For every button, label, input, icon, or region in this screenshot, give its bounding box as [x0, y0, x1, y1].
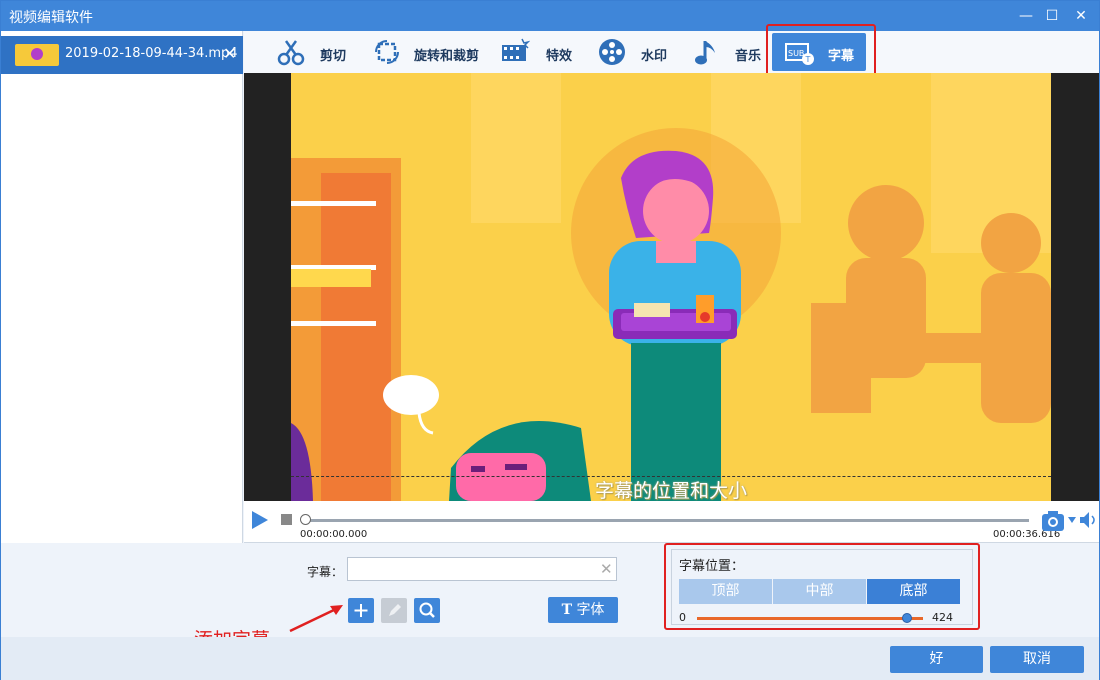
position-group-highlight	[664, 543, 980, 630]
subtitle-tab-highlight	[766, 24, 876, 78]
title-bar: 视频编辑软件 — ☐ ✕	[1, 1, 1099, 31]
annotation-arrow	[289, 605, 343, 633]
tab-rotate-crop[interactable]: 旋转和裁剪	[372, 33, 482, 71]
snapshot-dropdown-icon[interactable]	[1067, 515, 1077, 525]
scissors-icon	[277, 40, 305, 66]
cancel-button[interactable]: 取消	[990, 646, 1084, 673]
stop-icon[interactable]	[281, 514, 292, 525]
maximize-button[interactable]: ☐	[1040, 5, 1064, 27]
subtitle-input[interactable]	[347, 557, 617, 581]
clear-input-icon[interactable]: ✕	[600, 560, 613, 578]
tab-effects[interactable]: 特效	[500, 33, 576, 71]
close-button[interactable]: ✕	[1069, 5, 1093, 27]
play-icon[interactable]	[250, 509, 270, 531]
playback-bar: 00:00:00.000 00:00:36.616	[244, 501, 1099, 543]
video-preview[interactable]: 字幕的位置和大小	[244, 73, 1099, 501]
edit-subtitle-button[interactable]	[381, 598, 407, 623]
tab-music[interactable]: 音乐	[691, 33, 767, 71]
volume-icon[interactable]	[1078, 510, 1098, 530]
watermark-reel-icon	[599, 39, 625, 65]
pencil-icon	[389, 604, 401, 616]
timeline-playhead[interactable]	[300, 514, 311, 525]
search-subtitle-button[interactable]	[414, 598, 440, 623]
file-list-panel: 2019-02-18-09-44-34.mp4 ✕	[1, 31, 243, 543]
font-t-icon: T	[561, 602, 572, 618]
font-button-label: 字体	[576, 602, 605, 618]
subtitle-preview-text[interactable]: 字幕的位置和大小	[291, 476, 1051, 501]
file-item[interactable]: 2019-02-18-09-44-34.mp4 ✕	[1, 36, 243, 74]
search-icon	[419, 602, 435, 618]
tab-music-label: 音乐	[735, 49, 762, 64]
tab-watermark[interactable]: 水印	[597, 33, 673, 71]
rotate-crop-icon	[375, 40, 399, 64]
camera-snapshot-icon[interactable]	[1040, 509, 1070, 533]
effects-film-icon	[502, 38, 530, 61]
video-scene-illustration	[291, 73, 1051, 501]
tab-watermark-label: 水印	[641, 49, 668, 64]
font-button[interactable]: T 字体	[548, 597, 618, 623]
edit-toolbar: 剪切 旋转和裁剪 特效 水印 音乐 SUB T 字幕	[244, 31, 1099, 73]
minimize-button[interactable]: —	[1014, 5, 1038, 27]
add-subtitle-button[interactable]	[348, 598, 374, 623]
window-title: 视频编辑软件	[9, 10, 93, 26]
file-name: 2019-02-18-09-44-34.mp4	[65, 46, 238, 61]
current-time: 00:00:00.000	[300, 529, 368, 540]
subtitle-label: 字幕：	[307, 565, 344, 579]
tab-effects-label: 特效	[546, 49, 573, 64]
remove-file-icon[interactable]: ✕	[223, 44, 236, 63]
tab-cut[interactable]: 剪切	[276, 33, 350, 71]
video-frame: 字幕的位置和大小	[291, 73, 1051, 501]
music-note-icon	[695, 41, 715, 65]
video-thumbnail	[15, 44, 59, 66]
timeline-track[interactable]	[304, 519, 1029, 522]
plus-icon	[354, 604, 368, 617]
tab-cut-label: 剪切	[320, 49, 347, 64]
app-window: 视频编辑软件 — ☐ ✕ 2019-02-18-09-44-34.mp4 ✕ 剪…	[0, 0, 1100, 680]
tab-rotate-crop-label: 旋转和裁剪	[414, 49, 480, 64]
ok-button[interactable]: 好	[890, 646, 983, 673]
